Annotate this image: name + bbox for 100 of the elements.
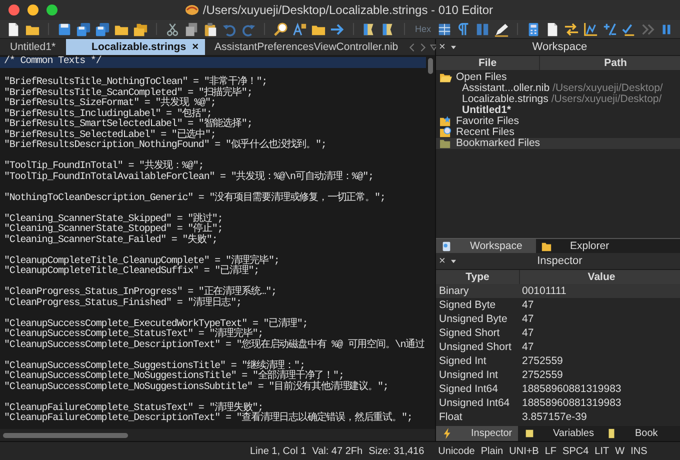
code-line: "ToolTip_FoundInTotalAvailableForClean" = "共发现：%@\n可自动清理：%@"; — [3, 172, 374, 183]
swap-arrows-icon[interactable] — [564, 22, 580, 36]
status-text: Line 1, Col 1 — [250, 446, 306, 456]
status-text: Val: 47 2Fh — [312, 446, 363, 456]
close-tab-button[interactable]: × — [192, 41, 198, 53]
window-title: /Users/xuyueji/Desktop/Localizable.strings - 010 Editor — [202, 3, 494, 17]
arrow-right-icon[interactable] — [330, 22, 345, 36]
new-file-icon[interactable] — [6, 22, 21, 36]
search-icon[interactable] — [273, 22, 288, 36]
tab-label: Explorer — [570, 240, 610, 252]
tree-item[interactable]: Open Files — [436, 72, 680, 83]
value-cell-text: 18858960881319983 — [521, 397, 622, 409]
dropdown-arrow-icon[interactable] — [450, 44, 458, 50]
type-cell-text: Signed Int — [438, 355, 488, 367]
code-line: "CleanupSuccessComplete_NoSuggestionsSubtitle" = "目前没有其他清理建议。"; — [3, 382, 390, 393]
status-indicator[interactable]: W — [615, 446, 625, 456]
pencil-icon[interactable] — [494, 22, 510, 36]
inspector-row[interactable]: Binary 00101111 — [436, 284, 680, 298]
file-tab[interactable]: Localizable.strings × — [66, 39, 204, 55]
variables-icon — [524, 428, 535, 439]
status-indicator[interactable]: SPC4 — [562, 446, 589, 456]
status-indicator[interactable]: LIT — [594, 446, 610, 456]
chevron-right-icon[interactable] — [419, 42, 428, 52]
chevron-left-icon[interactable] — [408, 42, 416, 52]
code-line: "ToolTip_FoundInTotal" = "共发现：%@"; — [3, 162, 204, 172]
value-cell-text: 00101111 — [521, 285, 568, 297]
inspector-row[interactable]: Unsigned Byte 47 — [436, 312, 680, 326]
tree-item[interactable]: Recent Files — [436, 127, 680, 138]
file-tab[interactable]: AssistantPreferencesViewController.nib — [204, 39, 408, 55]
code-line: "CleanProgress_Status_InProgress" = "正在清理系统…"; — [3, 288, 278, 298]
save-icon[interactable] — [57, 22, 72, 36]
scrollbar-thumb[interactable] — [3, 432, 128, 438]
replace-icon[interactable] — [292, 22, 307, 36]
dropdown-arrow-icon[interactable] — [450, 258, 458, 264]
folders-icon[interactable] — [133, 22, 148, 36]
grid-icon[interactable] — [437, 22, 452, 36]
value-cell-text: 47 — [521, 313, 535, 325]
paste-icon[interactable] — [203, 22, 218, 36]
tree-label: Bookmarked Files — [456, 138, 540, 149]
type-cell-text: Unsigned Byte — [438, 313, 508, 325]
inspector-row[interactable]: Unsigned Int 2752559 — [436, 368, 680, 382]
value-cell-text: 3.857157e-39 — [521, 411, 588, 423]
save-all-icon[interactable] — [76, 22, 91, 36]
lightning-icon — [442, 428, 453, 439]
status-indicator[interactable]: Plain — [480, 446, 504, 456]
value-cell-text: 2752559 — [521, 369, 564, 381]
panel-tab[interactable]: Workspace — [436, 239, 536, 253]
inspector-row[interactable]: Signed Int64 18858960881319983 — [436, 382, 680, 396]
code-line: "BriefResultsTitle_NothingToClean" = "非常干净！"; — [3, 78, 268, 88]
value-cell-text: 47 — [521, 327, 535, 339]
panel-tab[interactable]: Book — [600, 426, 680, 441]
panel-tab[interactable]: Explorer — [536, 239, 636, 253]
plus-minus-icon[interactable] — [602, 22, 618, 36]
status-indicator[interactable]: LF — [544, 446, 557, 456]
column-header[interactable]: Path — [540, 56, 680, 70]
value-cell-text: 18858960881319983 — [521, 383, 622, 395]
open-folder-icon — [439, 72, 452, 83]
tree-item[interactable]: Favorite Files — [436, 116, 680, 127]
zoom-window-icon[interactable] — [46, 4, 58, 16]
file-path: /Users/xuyueji/Desktop/ — [551, 94, 662, 105]
inspector-row[interactable]: Float 3.857157e-39 — [436, 410, 680, 424]
column-header[interactable]: File — [436, 56, 540, 70]
inspector-row[interactable]: Unsigned Int64 18858960881319983 — [436, 396, 680, 410]
inspector-row[interactable]: Signed Byte 47 — [436, 298, 680, 312]
tab-label: AssistantPreferencesViewController.nib — [214, 41, 398, 53]
cut-icon[interactable] — [165, 22, 180, 36]
minimize-window-icon[interactable] — [27, 4, 39, 16]
inspector-row[interactable]: Signed Int 2752559 — [436, 354, 680, 368]
status-indicator[interactable]: INS — [630, 446, 648, 456]
code-line: "BriefResults_SelectedLabel" = "已选中"; — [3, 130, 217, 140]
scrollbar-thumb[interactable] — [428, 58, 433, 74]
tree-item[interactable]: Bookmarked Files — [436, 138, 680, 149]
panel-tab[interactable]: Inspector — [436, 426, 518, 441]
file-tab[interactable]: Untitled1* — [0, 39, 66, 55]
inspector-row[interactable]: Signed Short 47 — [436, 326, 680, 340]
status-indicator[interactable]: Unicode — [438, 446, 475, 456]
tree-label: Favorite Files — [456, 116, 520, 127]
close-panel-button[interactable]: × — [436, 41, 446, 53]
dropdown-triangle-icon[interactable] — [430, 42, 438, 52]
code-line: "CleanupSuccessComplete_NoSuggestionsTitle" = "全部清理干净了！"; — [3, 372, 344, 382]
tab-label: Localizable.strings — [92, 41, 186, 53]
inspector-row[interactable]: Unsigned Short 47 — [436, 340, 680, 354]
code-line: "NothingToCleanDescription_Generic" = "没有项目需要清理或修复，一切正常。"; — [3, 194, 386, 204]
close-window-icon[interactable] — [8, 4, 20, 16]
panel-tab[interactable]: Variables — [518, 426, 600, 441]
tab-label: Workspace — [470, 240, 522, 252]
status-indicator[interactable]: UNI+B — [509, 446, 539, 456]
file-path: /Users/xuyueji/Desktop/ — [552, 83, 663, 94]
code-editor[interactable] — [0, 55, 435, 429]
close-panel-button[interactable]: × — [436, 255, 446, 267]
document-icon — [441, 240, 452, 252]
checklist-icon[interactable] — [621, 22, 636, 36]
chart-icon[interactable] — [583, 22, 598, 36]
save-all-icon[interactable] — [95, 22, 110, 36]
tree-item[interactable]: Assistant...oller.nib /Users/xuyueji/Desktop/ — [436, 83, 680, 94]
tree-item[interactable]: Untitled1* — [436, 105, 680, 116]
tree-item[interactable]: Localizable.strings /Users/xuyueji/Desktop/ — [436, 94, 680, 105]
tab-label: Book — [635, 428, 658, 439]
type-cell-text: Signed Short — [438, 327, 501, 339]
copy-icon[interactable] — [184, 22, 199, 36]
